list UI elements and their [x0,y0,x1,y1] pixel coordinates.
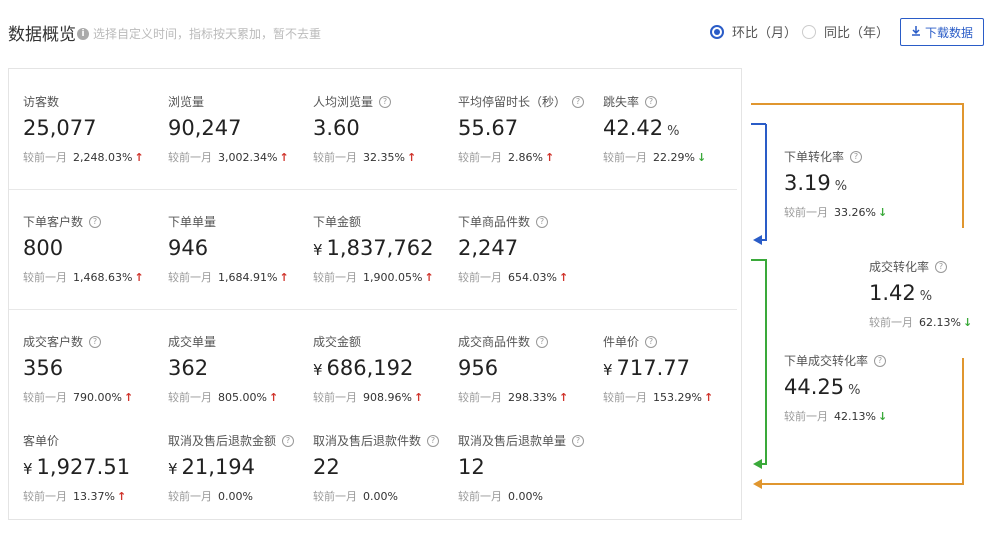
flow-arrow-blue [756,124,767,241]
arrow-head-green-icon [753,459,762,469]
arrow-head-orange-icon [753,479,762,489]
flow-arrows [751,103,964,489]
flow-arrow-orange-bottom [758,358,964,485]
arrow-head-blue-icon [753,235,762,245]
flow-arrow-green [751,259,767,465]
flow-arrow-orange-top [751,103,964,228]
